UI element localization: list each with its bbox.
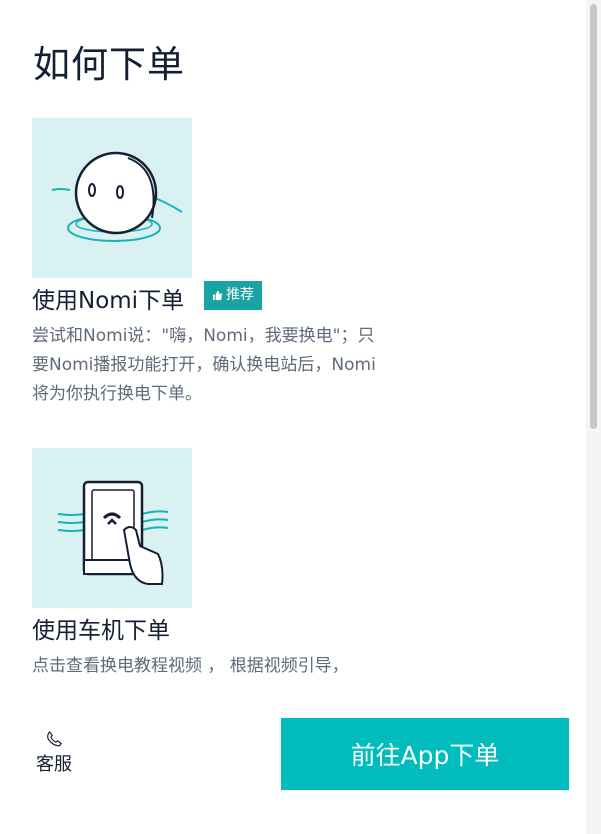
car-screen-touch-icon	[57, 480, 169, 585]
method-description-car: 点击查看换电教程视频 ， 根据视频引导，	[32, 656, 349, 676]
nomi-illustration	[32, 118, 192, 278]
customer-service-label: 客服	[36, 754, 72, 775]
car-screen-illustration	[32, 448, 192, 608]
scrollbar-thumb[interactable]	[590, 4, 597, 429]
badge-label: 推荐	[226, 287, 254, 303]
scrollbar[interactable]	[586, 0, 601, 834]
content-area[interactable]: 如何下单 使用Nomi下单 推荐 尝试和Nomi说："嗨，Nomi，我要换电"；…	[0, 0, 586, 700]
page-title: 如何下单	[33, 43, 185, 86]
footer-bar: 客服 前往App下单	[0, 700, 586, 834]
phone-icon	[47, 730, 63, 747]
method-description-nomi: 尝试和Nomi说："嗨，Nomi，我要换电"；只要Nomi播报功能打开，确认换电…	[32, 326, 376, 404]
thumbs-up-icon	[212, 290, 223, 301]
go-to-app-order-button[interactable]: 前往App下单	[281, 718, 569, 790]
page: 如何下单 使用Nomi下单 推荐 尝试和Nomi说："嗨，Nomi，我要换电"；…	[0, 0, 601, 834]
method-title-nomi: 使用Nomi下单	[32, 288, 185, 314]
customer-service-button[interactable]: 客服	[32, 730, 76, 776]
nomi-robot-icon	[51, 151, 183, 242]
recommend-badge: 推荐	[204, 281, 262, 310]
method-title-car: 使用车机下单	[32, 618, 170, 644]
